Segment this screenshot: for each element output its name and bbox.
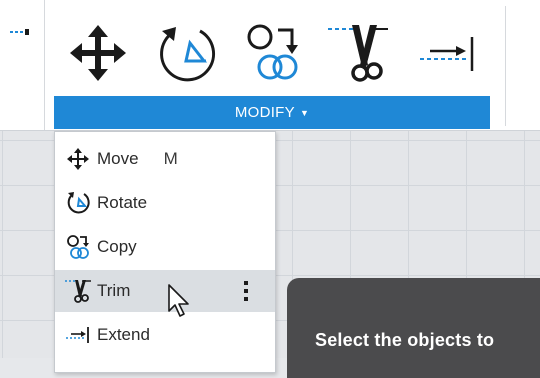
previous-panel-stub (0, 0, 45, 130)
hint-text: Select the objects to (315, 330, 495, 350)
move-arrows-icon (63, 144, 93, 174)
copy-icon (63, 232, 93, 262)
modify-toolbar: MODIFY ▼ (0, 0, 540, 131)
shortcut-key: M (163, 149, 178, 168)
copy-icon (247, 24, 298, 80)
extend-icon (420, 37, 474, 71)
partial-tool-icon (10, 29, 29, 35)
mouse-pointer-icon (168, 284, 189, 317)
menu-item-rotate[interactable]: Rotate (55, 182, 275, 224)
menu-item-extend[interactable]: Extend (55, 314, 275, 356)
modify-dropdown-button[interactable]: MODIFY ▼ (54, 96, 490, 129)
copy-tool-button[interactable] (238, 18, 306, 88)
scissors-icon (63, 276, 93, 306)
move-tool-button[interactable] (64, 18, 132, 88)
panel-divider (505, 6, 506, 126)
modify-label: MODIFY (234, 104, 295, 121)
extend-icon (63, 320, 93, 350)
menu-item-move[interactable]: Move M (55, 138, 275, 180)
rotate-icon (63, 188, 93, 218)
more-options-icon[interactable] (233, 276, 259, 306)
menu-item-label: Move (97, 149, 139, 168)
extend-tool-button[interactable] (414, 18, 482, 88)
menu-item-label: Extend (97, 325, 150, 344)
rotate-tool-button[interactable] (152, 18, 220, 88)
menu-item-label: Trim (97, 281, 131, 300)
selection-hint-panel: Select the objects to (287, 278, 540, 378)
move-arrows-icon (70, 25, 126, 81)
menu-item-trim[interactable]: Trim (55, 270, 275, 312)
modify-dropdown-menu: Move M Rotate Copy Trim Extend (54, 131, 276, 373)
rotate-icon (160, 27, 216, 82)
menu-item-label: Copy (97, 237, 137, 256)
scissors-icon (328, 25, 388, 82)
menu-item-label: Rotate (97, 193, 148, 212)
trim-tool-button[interactable] (324, 18, 392, 88)
menu-item-copy[interactable]: Copy (55, 226, 275, 268)
caret-down-icon: ▼ (299, 107, 310, 118)
